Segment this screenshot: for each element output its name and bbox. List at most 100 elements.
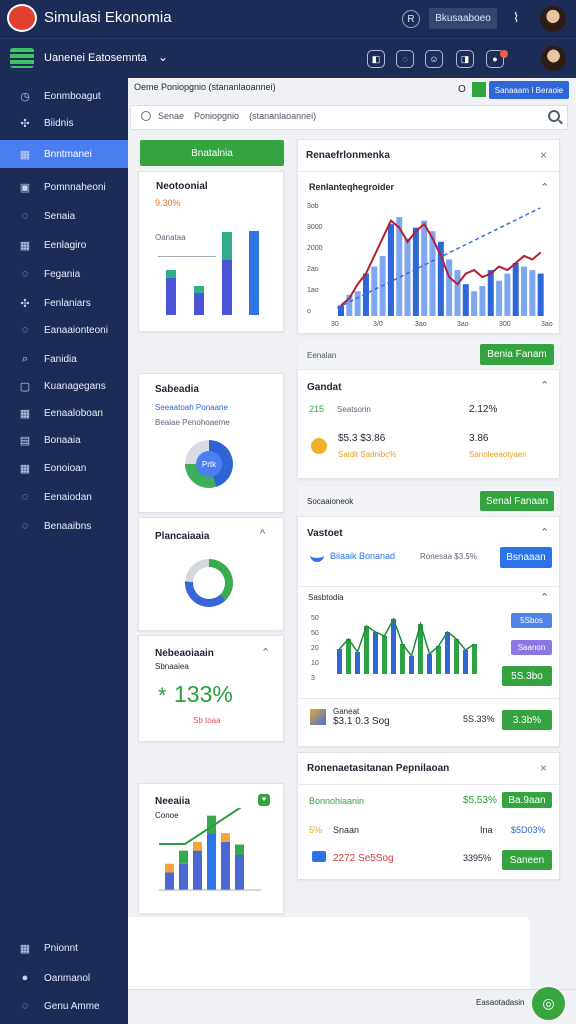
second-chart-pill-three[interactable]: 5S.3bo bbox=[502, 666, 552, 686]
profile-avatar[interactable] bbox=[541, 46, 566, 71]
chart-panel-divider bbox=[297, 171, 560, 172]
metric-bar bbox=[194, 290, 204, 315]
sidebar-item-reports[interactable]: ▦ Eenlagiro bbox=[0, 231, 128, 259]
sidebar-item-active[interactable]: ▦ Bnntmanei bbox=[0, 140, 128, 168]
settings-icon: ◌ bbox=[21, 324, 29, 336]
sidebar-item-label: Bnntmanei bbox=[44, 148, 92, 160]
main-chart-x-label: 3ao bbox=[541, 321, 553, 328]
sidebar-item-records[interactable]: ▤ Bonaaia bbox=[0, 426, 128, 454]
sidebar-footer-item-account[interactable]: ● Oanmanol bbox=[0, 964, 128, 992]
sidebar-item-label: Eenlagiro bbox=[44, 239, 87, 251]
app-switch-icon[interactable] bbox=[10, 48, 34, 68]
pie-card-title: Sabeadia bbox=[155, 384, 199, 395]
sidebar-item-users[interactable]: ✣ Fenlaniars bbox=[0, 289, 128, 317]
table-icon: ▦ bbox=[19, 239, 31, 252]
main-chart-y-label: o bbox=[307, 308, 311, 315]
sidebar-item-dashboard[interactable]: ◷ Eonmboagut bbox=[0, 82, 128, 110]
sidebar-item-services[interactable]: ◌ Senaia bbox=[0, 202, 128, 230]
sidebar-item-search[interactable]: ⌕ Fanidia bbox=[0, 345, 128, 373]
lower-left-badge-icon[interactable]: ● bbox=[258, 794, 270, 806]
report-panel-divider bbox=[297, 784, 560, 785]
second-bottom-button[interactable]: 3.3b% bbox=[502, 710, 552, 730]
report-row3-button[interactable]: Saneen bbox=[502, 850, 552, 870]
second-chart-y-label: 50 bbox=[311, 615, 319, 622]
floating-action-button[interactable]: ◎ bbox=[532, 987, 565, 1020]
trade-panel-button[interactable]: Benia Fanam bbox=[480, 344, 554, 365]
second-chart-title: Sasbtodia bbox=[308, 593, 344, 602]
search-placeholder: Senae Poniopgnio (stananlaoannei) bbox=[158, 111, 317, 121]
workspace-chevron-icon[interactable]: ⌄ bbox=[158, 50, 168, 64]
second-chart-bar bbox=[346, 639, 351, 674]
report-row1-button[interactable]: Ba.9aan bbox=[502, 792, 552, 808]
chart-panel-collapse-icon[interactable]: ⌃ bbox=[540, 181, 549, 194]
sidebar-item-label: Oanmanol bbox=[44, 972, 91, 984]
chart-panel-close-icon[interactable]: × bbox=[540, 148, 547, 162]
second-chart-collapse-icon[interactable]: ⌃ bbox=[540, 591, 549, 604]
report-panel-close-icon[interactable]: × bbox=[540, 761, 547, 775]
growth-card-value: 133% bbox=[174, 681, 233, 707]
sidebar-item-benefits[interactable]: ◌ Benaaibns bbox=[0, 512, 128, 540]
sidebar-item-label: Eonmboagut bbox=[44, 90, 101, 102]
sidebar-footer-item-print[interactable]: ▦ Pnionnt bbox=[0, 934, 128, 962]
second-chart-bar bbox=[427, 654, 432, 674]
trade-panel-title: Eenalan bbox=[307, 351, 337, 360]
trade-panel-header-label: Gandat bbox=[307, 382, 342, 393]
sidebar-item-ledger[interactable]: ▦ Eenaaloboan bbox=[0, 399, 128, 427]
second-bottom-right: 5S.33% bbox=[463, 714, 495, 724]
emoji-icon[interactable]: ☺ bbox=[425, 50, 443, 68]
move-icon[interactable]: ⌇ bbox=[513, 10, 519, 26]
sidebar-item-settings[interactable]: ◌ Eanaaionteoni bbox=[0, 316, 128, 344]
second-chart-pill-one[interactable]: 5Sbos bbox=[511, 613, 552, 628]
sidebar-item-markets[interactable]: ▦ Eonoioan bbox=[0, 454, 128, 482]
donut-card-collapse-icon[interactable]: ^ bbox=[260, 528, 265, 540]
lower-chart-bar-top bbox=[165, 863, 174, 873]
second-chart-pill-two[interactable]: Saanon bbox=[511, 640, 552, 655]
pie-card-subtitle: Seeaatoah Ponaane bbox=[155, 403, 228, 412]
top-action-button[interactable]: Bkusaaboeo bbox=[429, 8, 497, 29]
second-chart-y-label: 10 bbox=[311, 660, 319, 667]
main-chart-x-label: 300 bbox=[499, 321, 511, 328]
user-avatar[interactable] bbox=[540, 6, 566, 32]
second-panel-collapse-icon[interactable]: ⌃ bbox=[540, 526, 549, 539]
main-chart-bar bbox=[504, 273, 511, 316]
metric-bar-top bbox=[194, 286, 204, 293]
main-chart-bar bbox=[421, 220, 428, 316]
lower-chart-bar-top bbox=[221, 833, 230, 842]
metric-bar bbox=[222, 258, 232, 315]
metric-chart bbox=[158, 229, 262, 315]
lower-chart-bar-top bbox=[193, 841, 202, 851]
growth-card-collapse-icon[interactable]: ⌃ bbox=[261, 646, 270, 659]
trade-row2-right: 3.86 bbox=[469, 433, 489, 444]
search-icon[interactable] bbox=[548, 110, 560, 122]
lower-chart-bar bbox=[179, 863, 188, 890]
chat-icon[interactable]: ◌ bbox=[396, 50, 414, 68]
network-icon: ✣ bbox=[20, 117, 30, 130]
second-chart-y-label: 20 bbox=[311, 645, 319, 652]
sidebar-item-finance[interactable]: ◌ Fegania bbox=[0, 260, 128, 288]
sub-header: Uanenei Eatosemnta ⌄ ◧ ◌ ☺ ◨ ● bbox=[0, 38, 576, 78]
second-chart-bar bbox=[463, 650, 468, 674]
document-icon[interactable]: ◨ bbox=[456, 50, 474, 68]
report-row2-value: $5D03% bbox=[511, 825, 546, 835]
second-panel-divider bbox=[297, 586, 560, 587]
sidebar-item-language[interactable]: ▢ Kuanagegans bbox=[0, 372, 128, 400]
trade-panel-collapse-icon[interactable]: ⌃ bbox=[540, 379, 549, 392]
metric-top-button[interactable]: Bnatalnia bbox=[140, 140, 284, 166]
sidebar-item-analytics[interactable]: ▣ Pomnnaheoni bbox=[0, 173, 128, 201]
sidebar-footer-item-help[interactable]: ◌ Genu Amme bbox=[0, 992, 128, 1020]
chart-icon: ◌ bbox=[21, 268, 29, 280]
second-chart-y-label: 3 bbox=[311, 675, 315, 682]
chart-panel-subtitle: Renlanteqhegroider bbox=[309, 182, 395, 192]
app-title: Simulasi Ekonomia bbox=[44, 9, 172, 26]
sidebar-item-orders[interactable]: ◌ Eenaiodan bbox=[0, 483, 128, 511]
sidebar-item-business[interactable]: ✣ Biidnis bbox=[0, 109, 128, 137]
second-panel-button[interactable]: Senal Fanaan bbox=[480, 491, 554, 511]
calendar-icon[interactable]: ◧ bbox=[367, 50, 385, 68]
breadbar-action-button[interactable]: Sanaaam I Beraoie bbox=[489, 81, 569, 99]
account-icon[interactable]: R bbox=[402, 10, 420, 28]
markets-icon: ▦ bbox=[19, 462, 31, 475]
donut-card-title: Plancaiaaia bbox=[155, 531, 210, 542]
second-row-button[interactable]: Bsnaaan bbox=[500, 547, 552, 568]
pie-center-label: Prtk bbox=[196, 451, 222, 477]
sidebar-item-label: Pomnnaheoni bbox=[44, 181, 106, 193]
